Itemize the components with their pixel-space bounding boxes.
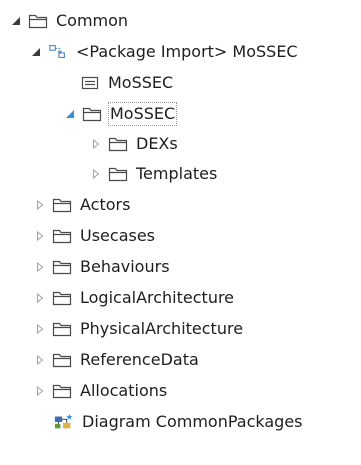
expanded-arrow-icon[interactable] <box>30 37 42 67</box>
collapsed-arrow-icon[interactable] <box>34 283 46 313</box>
folder-icon <box>28 12 48 30</box>
folder-icon <box>52 351 72 369</box>
model-tree: Common <Package Import> MoSSEC MoSSEC Mo… <box>0 0 361 465</box>
tree-item-usecases[interactable]: Usecases <box>34 221 155 251</box>
tree-item-label: Behaviours <box>80 257 170 276</box>
collapsed-arrow-icon[interactable] <box>34 221 46 251</box>
tree-item-diagram-commonpackages[interactable]: Diagram CommonPackages <box>54 407 303 437</box>
collapsed-arrow-icon[interactable] <box>34 314 46 344</box>
folder-icon <box>82 105 102 123</box>
tree-item-label: Actors <box>80 195 131 214</box>
folder-icon <box>108 135 128 153</box>
tree-item-common[interactable]: Common <box>10 6 128 36</box>
folder-icon <box>52 196 72 214</box>
expanded-arrow-icon[interactable] <box>10 6 22 36</box>
tree-item-label: Templates <box>136 164 218 183</box>
folder-icon <box>52 227 72 245</box>
tree-item-label: LogicalArchitecture <box>80 288 235 307</box>
tree-item-behaviours[interactable]: Behaviours <box>34 252 170 282</box>
tree-item-label: Allocations <box>80 381 168 400</box>
diagram-icon <box>54 413 74 431</box>
tree-item-package-import-mossec[interactable]: <Package Import> MoSSEC <box>30 37 298 67</box>
collapsed-arrow-icon[interactable] <box>34 345 46 375</box>
tree-item-allocations[interactable]: Allocations <box>34 376 167 406</box>
collapsed-arrow-icon[interactable] <box>90 129 102 159</box>
tree-item-label: <Package Import> MoSSEC <box>76 42 298 61</box>
tree-item-label: ReferenceData <box>80 350 199 369</box>
tree-item-dexs[interactable]: DEXs <box>90 129 178 159</box>
tree-item-templates[interactable]: Templates <box>90 159 217 189</box>
tree-item-logical-architecture[interactable]: LogicalArchitecture <box>34 283 234 313</box>
tree-item-reference-data[interactable]: ReferenceData <box>34 345 199 375</box>
tree-item-label: Usecases <box>80 226 156 245</box>
tree-item-label: DEXs <box>136 134 178 153</box>
tree-item-label: MoSSEC <box>108 73 174 92</box>
expanded-arrow-icon[interactable] <box>64 99 76 129</box>
folder-icon <box>108 165 128 183</box>
collapsed-arrow-icon[interactable] <box>34 376 46 406</box>
package-import-icon <box>48 43 68 61</box>
folder-icon <box>52 258 72 276</box>
folder-icon <box>52 289 72 307</box>
model-element-icon <box>80 74 100 92</box>
folder-icon <box>52 320 72 338</box>
tree-item-actors[interactable]: Actors <box>34 190 130 220</box>
tree-item-label: Diagram CommonPackages <box>82 412 303 431</box>
collapsed-arrow-icon[interactable] <box>34 252 46 282</box>
tree-item-mossec-element[interactable]: MoSSEC <box>80 68 173 98</box>
collapsed-arrow-icon[interactable] <box>90 159 102 189</box>
collapsed-arrow-icon[interactable] <box>34 190 46 220</box>
tree-item-label: PhysicalArchitecture <box>80 319 244 338</box>
tree-item-mossec-folder[interactable]: MoSSEC <box>64 99 178 129</box>
folder-icon <box>52 382 72 400</box>
tree-item-physical-architecture[interactable]: PhysicalArchitecture <box>34 314 243 344</box>
tree-item-label: Common <box>56 11 129 30</box>
tree-item-label: MoSSEC <box>107 102 178 126</box>
